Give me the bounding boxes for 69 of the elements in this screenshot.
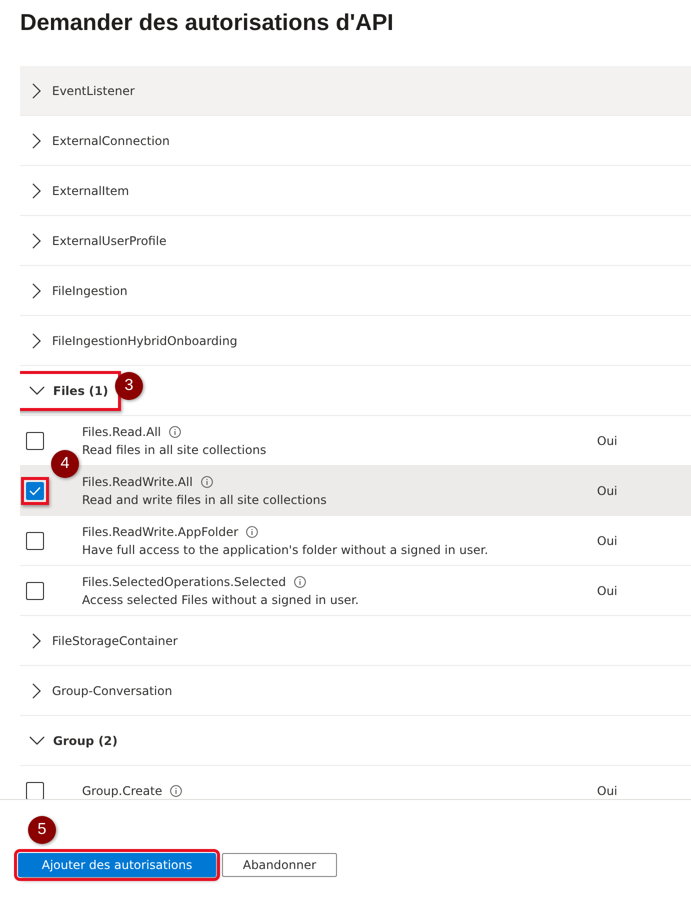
group-label: FileIngestionHybridOnboarding	[52, 334, 238, 348]
group-row[interactable]: FileStorageContainer	[20, 616, 691, 666]
chevron-down-icon	[29, 736, 45, 745]
group-row[interactable]: ExternalUserProfile	[20, 216, 691, 266]
step-badge: 5	[28, 816, 56, 844]
checkbox[interactable]	[26, 582, 44, 600]
group-label: Group (2)	[53, 734, 118, 748]
group-toggle[interactable]: ExternalUserProfile	[20, 220, 180, 260]
chevron-right-icon	[32, 232, 41, 248]
chevron-right-icon	[32, 132, 41, 148]
group-toggle[interactable]: Group (2)	[20, 720, 131, 760]
checkbox[interactable]	[26, 532, 44, 550]
group-row[interactable]: Group-Conversation	[20, 666, 691, 716]
group-row[interactable]: Files (1) 3	[20, 366, 691, 416]
permission-name: Files.ReadWrite.All	[82, 474, 193, 488]
group-label: ExternalConnection	[52, 134, 170, 148]
admin-consent-value: Oui	[597, 784, 618, 798]
permission-name: Group.Create	[82, 784, 162, 798]
permission-name: Files.SelectedOperations.Selected	[82, 574, 286, 588]
check-icon	[29, 486, 41, 496]
info-icon[interactable]	[200, 476, 213, 488]
group-toggle[interactable]: FileIngestionHybridOnboarding	[20, 320, 250, 360]
info-icon[interactable]	[169, 426, 181, 438]
group-row[interactable]: FileIngestionHybridOnboarding	[20, 316, 691, 366]
group-label: ExternalUserProfile	[52, 234, 166, 248]
info-icon[interactable]	[170, 784, 182, 796]
chevron-right-icon	[32, 332, 41, 348]
info-icon[interactable]	[246, 526, 258, 538]
checkbox[interactable]	[26, 782, 44, 799]
permission-name: Files.ReadWrite.AppFolder	[82, 524, 238, 538]
group-row[interactable]: EventListener	[20, 66, 691, 116]
group-label: EventListener	[52, 84, 135, 98]
step-badge: 4	[51, 450, 79, 478]
chevron-right-icon	[32, 682, 41, 698]
permission-description: Access selected Files without a signed in user.	[82, 592, 360, 606]
admin-consent-value: Oui	[597, 434, 618, 448]
group-row[interactable]: ExternalConnection	[20, 116, 691, 166]
permission-description: Read and write files in all site collections	[82, 492, 328, 506]
group-label: Files (1)	[53, 384, 108, 398]
permission-description: Read files in all site collections	[82, 442, 268, 456]
permission-name: Files.Read.All	[82, 424, 161, 438]
page-title: Demander des autorisations d'API	[19, 8, 395, 37]
group-toggle[interactable]: EventListener	[20, 70, 148, 110]
admin-consent-value: Oui	[597, 584, 618, 598]
checkbox[interactable]	[26, 482, 44, 500]
group-toggle[interactable]: ExternalItem	[20, 170, 142, 210]
group-row[interactable]: FileIngestion	[20, 266, 691, 316]
step-badge: 3	[115, 372, 143, 400]
group-row[interactable]: Group (2)	[20, 716, 691, 766]
checkbox[interactable]	[26, 432, 44, 450]
info-icon[interactable]	[294, 576, 306, 588]
admin-consent-value: Oui	[597, 534, 618, 548]
chevron-down-icon	[29, 386, 45, 395]
chevron-right-icon	[32, 182, 41, 198]
group-toggle[interactable]: FileIngestion	[20, 270, 140, 310]
group-label: FileIngestion	[52, 284, 128, 298]
group-row[interactable]: ExternalItem	[20, 166, 691, 216]
group-label: ExternalItem	[52, 184, 130, 198]
group-toggle[interactable]: FileStorageContainer	[20, 620, 191, 660]
permission-description: Have full access to the application's folder without a signed in user.	[82, 542, 490, 556]
group-toggle[interactable]: ExternalConnection	[20, 120, 183, 160]
chevron-right-icon	[32, 282, 41, 298]
cancel-button[interactable]: Abandonner	[222, 853, 337, 877]
group-label: FileStorageContainer	[52, 634, 178, 648]
chevron-right-icon	[32, 632, 41, 648]
admin-consent-value: Oui	[597, 484, 618, 498]
group-toggle[interactable]: Group-Conversation	[20, 670, 186, 710]
chevron-right-icon	[32, 82, 41, 98]
group-label: Group-Conversation	[52, 684, 172, 698]
